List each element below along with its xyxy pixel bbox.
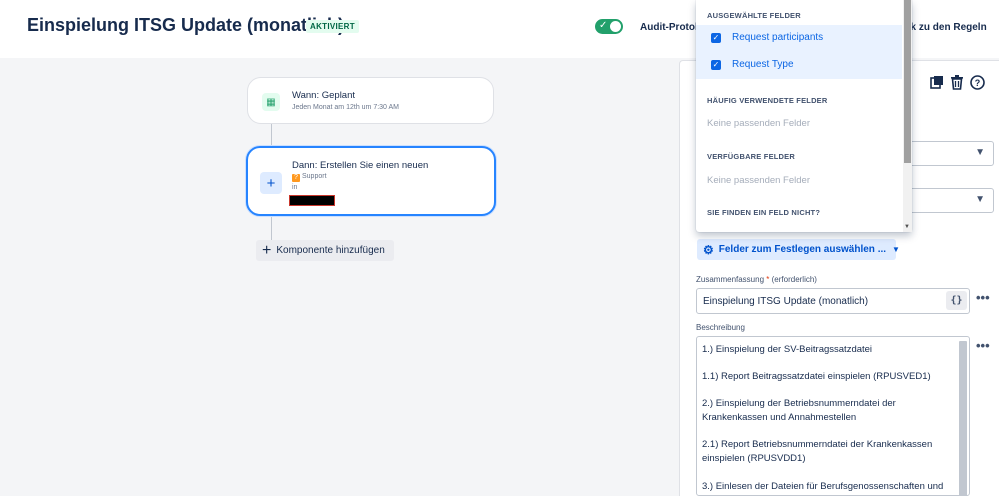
project-select[interactable]: ▼: [898, 141, 994, 166]
section-heading-available: VERFÜGBARE FELDER: [707, 152, 795, 161]
choose-fields-button[interactable]: ⚙ Felder zum Festlegen auswählen ... ▼: [697, 239, 900, 260]
field-option-label: Request Type: [732, 59, 794, 70]
checkbox-checked-icon[interactable]: ✓: [711, 33, 721, 43]
required-text: (erforderlich): [771, 275, 817, 284]
toggle-knob: [610, 21, 621, 32]
add-component-button[interactable]: + Komponente hinzufügen: [256, 240, 394, 261]
field-option-label: Request participants: [732, 32, 824, 43]
flow-connector: [271, 216, 272, 240]
summary-label-text: Zusammenfassung: [696, 275, 765, 284]
required-mark: *: [766, 275, 770, 284]
summary-label: Zusammenfassung * (erforderlich): [696, 275, 817, 284]
panel-actions: ?: [929, 74, 985, 90]
svg-text:?: ?: [974, 78, 980, 88]
chevron-down-icon: ▼: [975, 147, 985, 158]
status-badge: AKTIVIERT: [306, 20, 359, 33]
delete-icon[interactable]: [949, 74, 965, 90]
description-line: 1.) Einspielung der SV-Beitragssatzdatei: [702, 344, 873, 355]
action-card[interactable]: + Dann: Erstellen Sie einen neuen ? Suppo…: [246, 146, 496, 216]
summary-more-button[interactable]: •••: [976, 290, 990, 305]
audit-log-link[interactable]: Audit-Protok: [640, 22, 701, 33]
description-label: Beschreibung: [696, 323, 745, 332]
issue-type-icon: ?: [292, 174, 300, 182]
help-icon[interactable]: ?: [969, 74, 985, 90]
field-option-request-participants[interactable]: ✓ Request participants: [696, 25, 902, 52]
description-line: 2.1) Report Betriebsnummerndatei der Kra…: [702, 439, 933, 464]
checkbox-checked-icon[interactable]: ✓: [711, 60, 721, 70]
chevron-down-icon: ▼: [975, 194, 985, 205]
section-heading-missing: SIE FINDEN EIN FELD NICHT?: [707, 208, 821, 217]
flow-connector: [271, 124, 272, 146]
field-option-request-type[interactable]: ✓ Request Type: [696, 52, 902, 79]
scroll-down-arrow-icon[interactable]: ▼: [904, 224, 910, 230]
field-picker-dropdown: AUSGEWÄHLTE FELDER ✓ Request participant…: [696, 0, 912, 232]
redacted-project: [289, 195, 335, 206]
summary-input[interactable]: Einspielung ITSG Update (monatlich): [696, 288, 970, 314]
issue-type-select[interactable]: ▼: [898, 188, 994, 213]
empty-message: Keine passenden Felder: [707, 175, 810, 186]
description-textarea[interactable]: 1.) Einspielung der SV-Beitragssatzdatei…: [696, 336, 970, 496]
back-to-rules-link[interactable]: ck zu den Regeln: [905, 22, 987, 33]
action-in-label: in: [292, 184, 298, 191]
plus-icon: +: [260, 172, 282, 194]
smart-value-button[interactable]: {}: [946, 291, 967, 310]
check-icon: ✓: [599, 20, 608, 31]
copy-icon[interactable]: [929, 74, 945, 90]
description-scrollbar[interactable]: [959, 341, 967, 495]
rule-title: Einspielung ITSG Update (monatlich): [27, 15, 345, 35]
description-line: 3.) Einlesen der Dateien für Berufsgenos…: [702, 481, 944, 492]
trigger-subtitle: Jeden Monat am 12th um 7:30 AM: [292, 104, 400, 111]
scrollbar-thumb[interactable]: [904, 0, 911, 163]
section-heading-selected: AUSGEWÄHLTE FELDER: [707, 11, 801, 20]
action-type-label: Support: [302, 173, 327, 180]
action-type: ? Support: [292, 173, 327, 182]
choose-fields-label: Felder zum Festlegen auswählen ...: [718, 244, 887, 255]
trigger-title: Wann: Geplant: [292, 90, 356, 101]
gear-icon: ⚙: [703, 242, 714, 257]
description-more-button[interactable]: •••: [976, 338, 990, 353]
description-line: 2.) Einspielung der Betriebsnummerndatei…: [702, 398, 896, 423]
add-component-label: Komponente hinzufügen: [276, 245, 385, 256]
section-heading-frequent: HÄUFIG VERWENDETE FELDER: [707, 96, 828, 105]
rule-enabled-toggle[interactable]: ✓: [595, 19, 623, 34]
chevron-down-icon: ▼: [892, 245, 900, 254]
trigger-card[interactable]: ▦ Wann: Geplant Jeden Monat am 12th um 7…: [247, 77, 494, 124]
action-title: Dann: Erstellen Sie einen neuen: [292, 160, 429, 171]
dropdown-scrollbar[interactable]: ▼: [903, 0, 912, 232]
empty-message: Keine passenden Felder: [707, 118, 810, 129]
calendar-icon: ▦: [262, 93, 280, 111]
plus-icon: +: [262, 241, 272, 259]
description-line: 1.1) Report Beitragssatzdatei einspielen…: [702, 371, 931, 382]
